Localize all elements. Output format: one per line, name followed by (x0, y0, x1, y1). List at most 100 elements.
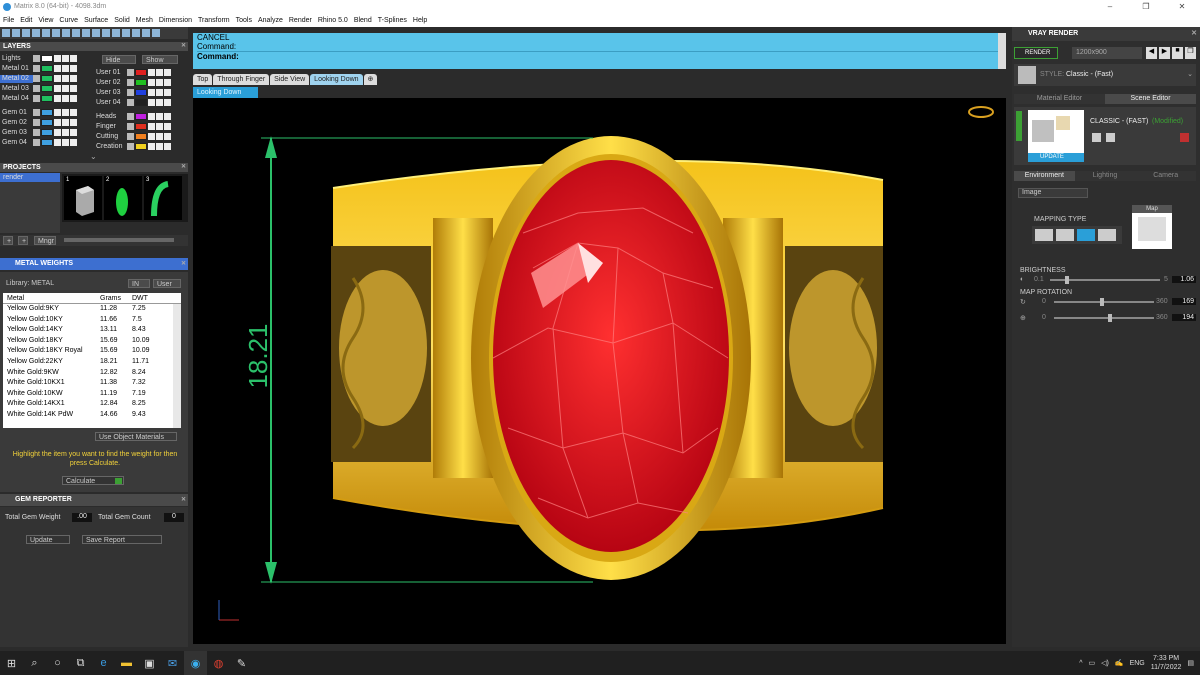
zoom-icon[interactable] (122, 29, 130, 37)
language-indicator[interactable]: ENG (1130, 660, 1145, 667)
table-row[interactable]: White Gold:14K PdW 14.66 9.43 (3, 410, 181, 421)
layer-toggle-icon[interactable] (148, 79, 155, 86)
command-scrollbar[interactable] (998, 33, 1006, 69)
menu-file[interactable]: File (3, 14, 14, 27)
layer-toggle-icon[interactable] (156, 123, 163, 130)
layer-row[interactable]: User 01 (94, 68, 172, 77)
preset-arrow-icon[interactable] (1016, 111, 1022, 141)
layer-color-swatch[interactable] (41, 139, 53, 146)
col-metal[interactable]: Metal (7, 293, 100, 303)
table-row[interactable]: Yellow Gold:18KY 15.69 10.09 (3, 336, 181, 347)
layer-toggle-icon[interactable] (62, 55, 69, 62)
start-icon[interactable]: ⊞ (0, 651, 23, 675)
menu-dimension[interactable]: Dimension (159, 14, 192, 27)
tray-chevron-icon[interactable]: ^ (1079, 660, 1082, 667)
layer-color-swatch[interactable] (41, 75, 53, 82)
layer-row[interactable]: Metal 01 (0, 64, 78, 73)
layer-toggle-icon[interactable] (54, 95, 61, 102)
close-icon[interactable]: ✕ (181, 42, 186, 51)
layer-toggle-icon[interactable] (62, 129, 69, 136)
env-type-select[interactable]: Image (1018, 188, 1088, 198)
layer-toggle-icon[interactable] (164, 143, 171, 150)
layer-toggle-icon[interactable] (70, 119, 77, 126)
store-icon[interactable]: ▣ (138, 651, 161, 675)
layer-name[interactable]: Metal 04 (0, 95, 33, 103)
layer-name[interactable]: User 03 (94, 89, 127, 97)
layer-toggle-icon[interactable] (164, 99, 171, 106)
project-item[interactable]: render (0, 173, 60, 182)
layer-name[interactable]: Gem 03 (0, 129, 33, 137)
cortana-icon[interactable]: ○ (46, 651, 69, 675)
layer-color-swatch[interactable] (135, 69, 147, 76)
table-row[interactable]: Yellow Gold:18KY Royal 15.69 10.09 (3, 346, 181, 357)
menu-surface[interactable]: Surface (84, 14, 108, 27)
layer-toggle-icon[interactable] (156, 79, 163, 86)
chrome-icon[interactable]: ◍ (207, 651, 230, 675)
rotation-2-slider[interactable] (1054, 317, 1154, 319)
paste-icon[interactable] (62, 29, 70, 37)
close-icon[interactable]: ✕ (181, 258, 186, 270)
layer-row[interactable]: Metal 03 (0, 84, 78, 93)
map-flat-icon[interactable] (1035, 229, 1053, 241)
layer-row[interactable]: Gem 01 (0, 108, 78, 117)
layer-color-swatch[interactable] (135, 99, 147, 106)
layer-toggle-icon[interactable] (54, 55, 61, 62)
rhino-icon[interactable]: ✎ (230, 651, 253, 675)
edge-icon[interactable]: e (92, 651, 115, 675)
layer-name[interactable]: Creation (94, 143, 127, 151)
rotation-2-value[interactable]: 194 (1172, 314, 1196, 321)
table-row[interactable]: Yellow Gold:10KY 11.66 7.5 (3, 315, 181, 326)
layer-arrow-icon[interactable] (33, 85, 40, 92)
grid-icon[interactable] (142, 29, 150, 37)
col-dwt[interactable]: DWT (132, 293, 172, 303)
layer-toggle-icon[interactable] (148, 123, 155, 130)
close-icon[interactable]: ✕ (181, 163, 186, 172)
update-button[interactable]: Update (26, 535, 70, 544)
pen-icon[interactable]: ✍ (1115, 659, 1124, 667)
layer-color-swatch[interactable] (41, 55, 53, 62)
collapse-icon[interactable]: ⌄ (90, 152, 97, 161)
layer-toggle-icon[interactable] (156, 69, 163, 76)
layer-row[interactable]: Metal 04 (0, 94, 78, 103)
user-toggle[interactable]: User (153, 279, 181, 288)
undo-icon[interactable] (92, 29, 100, 37)
layer-toggle-icon[interactable] (54, 65, 61, 72)
layer-arrow-icon[interactable] (127, 99, 134, 106)
menu-view[interactable]: View (38, 14, 53, 27)
viewport-looking-down[interactable]: 18.21 (193, 98, 1006, 644)
layer-name[interactable]: Metal 03 (0, 85, 33, 93)
menu-render[interactable]: Render (289, 14, 312, 27)
layer-toggle-icon[interactable] (70, 55, 77, 62)
layer-color-swatch[interactable] (135, 133, 147, 140)
layer-row[interactable]: Gem 04 (0, 138, 78, 147)
filter-icon[interactable] (72, 29, 80, 37)
layer-toggle-icon[interactable] (70, 109, 77, 116)
layer-toggle-icon[interactable] (156, 113, 163, 120)
task-view-icon[interactable]: ⧉ (69, 651, 92, 675)
layer-toggle-icon[interactable] (164, 79, 171, 86)
layer-name[interactable]: Gem 01 (0, 109, 33, 117)
rotate-icon[interactable] (132, 29, 140, 37)
project-scrollbar[interactable] (64, 238, 174, 242)
layer-name[interactable]: Gem 04 (0, 139, 33, 147)
tab-lighting[interactable]: Lighting (1074, 171, 1136, 181)
rotation-1-slider[interactable] (1054, 301, 1154, 303)
calculate-button[interactable]: Calculate (62, 476, 124, 485)
layer-toggle-icon[interactable] (148, 133, 155, 140)
rotation-1-thumb[interactable] (1100, 298, 1104, 306)
prev-icon[interactable]: ◀ (1146, 47, 1157, 59)
layer-toggle-icon[interactable] (164, 113, 171, 120)
layer-row[interactable]: Heads (94, 112, 172, 121)
layer-toggle-icon[interactable] (62, 75, 69, 82)
layer-row[interactable]: Gem 02 (0, 118, 78, 127)
layer-name[interactable]: Finger (94, 123, 127, 131)
layer-toggle-icon[interactable] (70, 85, 77, 92)
layer-toggle-icon[interactable] (54, 85, 61, 92)
layer-name[interactable]: Metal 02 (0, 74, 33, 83)
mail-icon[interactable]: ✉ (161, 651, 184, 675)
show-button[interactable]: Show (142, 55, 178, 64)
layer-toggle-icon[interactable] (164, 89, 171, 96)
layer-color-swatch[interactable] (41, 109, 53, 116)
layer-toggle-icon[interactable] (54, 139, 61, 146)
close-button[interactable]: ✕ (1164, 0, 1200, 14)
